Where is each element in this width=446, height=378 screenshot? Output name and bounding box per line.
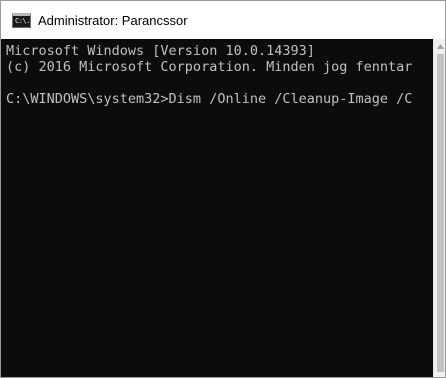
command-prompt-window: C:\. Administrator: Parancssor Microsoft… bbox=[0, 0, 446, 378]
scroll-thumb[interactable] bbox=[437, 54, 444, 372]
cmd-icon-glyph: C:\. bbox=[15, 16, 30, 25]
console-line-version: Microsoft Windows [Version 10.0.14393] bbox=[6, 43, 315, 59]
cmd-icon[interactable]: C:\. bbox=[12, 12, 31, 28]
chevron-up-icon bbox=[437, 43, 444, 49]
console-output[interactable]: Microsoft Windows [Version 10.0.14393] (… bbox=[1, 39, 433, 377]
console-line-command: C:\WINDOWS\system32>Dism /Online /Cleanu… bbox=[6, 91, 413, 107]
console-line-copyright: (c) 2016 Microsoft Corporation. Minden j… bbox=[6, 59, 413, 75]
scroll-up-button[interactable] bbox=[434, 39, 445, 53]
window-title: Administrator: Parancssor bbox=[38, 12, 188, 28]
title-bar[interactable]: C:\. Administrator: Parancssor bbox=[1, 1, 445, 39]
vertical-scrollbar[interactable] bbox=[433, 39, 445, 377]
